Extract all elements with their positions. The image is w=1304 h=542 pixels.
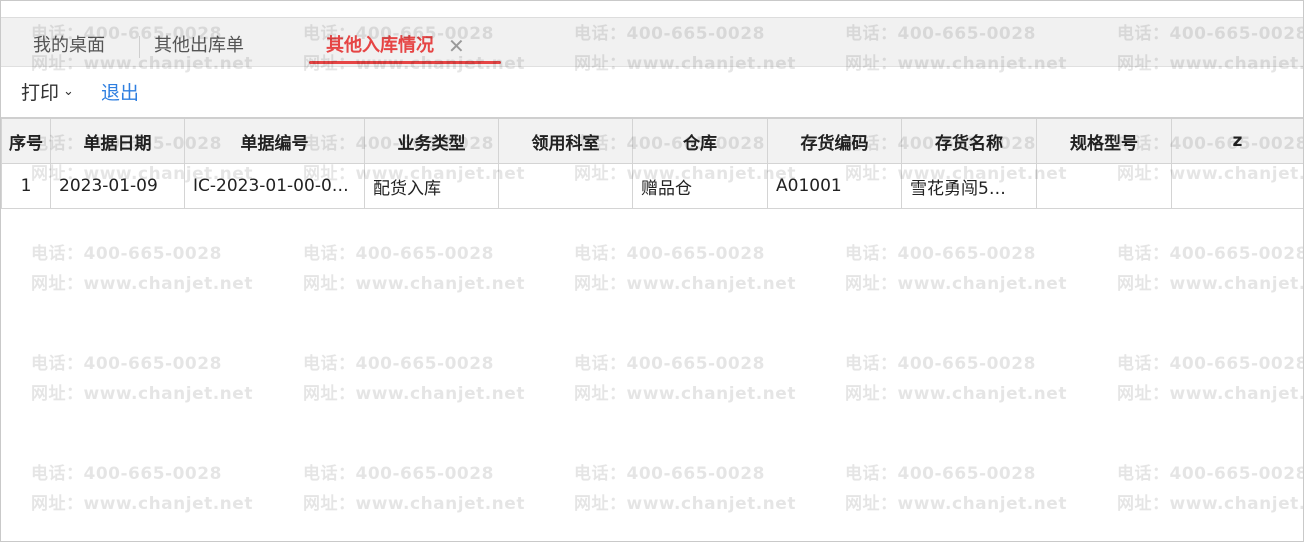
column-header-warehouse[interactable]: 仓库 — [632, 117, 768, 164]
cell-item-code: A01001 — [767, 163, 902, 209]
watermark: 电话：400-665-0028 网址：www.chanjet.net — [31, 239, 253, 299]
cell-doc-date: 2023-01-09 — [50, 163, 185, 209]
watermark-site: 网址：www.chanjet.net — [845, 274, 1067, 294]
column-header-z[interactable]: z — [1171, 117, 1303, 164]
watermark-site: 网址：www.chanjet.net — [574, 274, 796, 294]
watermark-phone: 电话：400-665-0028 — [1117, 464, 1304, 484]
watermark: 电话：400-665-0028 网址：www.chanjet.net — [31, 459, 253, 519]
watermark: 电话：400-665-0028 网址：www.chanjet.net — [1117, 349, 1304, 409]
watermark: 电话：400-665-0028 网址：www.chanjet.net — [845, 349, 1067, 409]
table-row[interactable]: 1 2023-01-09 IC-2023-01-00-0… 配货入库 赠品仓 A… — [1, 163, 1303, 209]
watermark: 电话：400-665-0028 网址：www.chanjet.net — [303, 459, 525, 519]
tab-label: 我的桌面 — [33, 35, 105, 56]
column-header-department[interactable]: 领用科室 — [498, 117, 633, 164]
print-label: 打印 — [21, 82, 60, 104]
cell-spec — [1036, 163, 1172, 209]
watermark-phone: 电话：400-665-0028 — [1117, 244, 1304, 264]
tab-other-inbound[interactable]: 其他入库情况 ✕ — [326, 18, 465, 66]
watermark-site: 网址：www.chanjet.net — [303, 384, 525, 404]
watermark-site: 网址：www.chanjet.net — [31, 274, 253, 294]
watermark: 电话：400-665-0028 网址：www.chanjet.net — [845, 239, 1067, 299]
app-frame: 我的桌面 其他出库单 其他入库情况 ✕ 打印 ⌄ 退出 序号 单据日期 单据编号… — [0, 0, 1304, 542]
watermark: 电话：400-665-0028 网址：www.chanjet.net — [31, 349, 253, 409]
tab-label: 其他出库单 — [154, 35, 244, 56]
tab-bar: 我的桌面 其他出库单 其他入库情况 ✕ — [1, 18, 1303, 67]
active-tab-indicator — [309, 61, 501, 64]
watermark: 电话：400-665-0028 网址：www.chanjet.net — [574, 349, 796, 409]
tab-label: 其他入库情况 — [326, 35, 434, 56]
watermark: 电话：400-665-0028 网址：www.chanjet.net — [574, 239, 796, 299]
column-header-spec[interactable]: 规格型号 — [1036, 117, 1172, 164]
watermark-phone: 电话：400-665-0028 — [31, 244, 222, 264]
column-header-doc-date[interactable]: 单据日期 — [50, 117, 185, 164]
watermark-phone: 电话：400-665-0028 — [303, 464, 494, 484]
watermark: 电话：400-665-0028 网址：www.chanjet.net — [303, 349, 525, 409]
header-row: 序号 单据日期 单据编号 业务类型 领用科室 仓库 存货编码 存货名称 规格型号… — [1, 117, 1303, 164]
watermark: 电话：400-665-0028 网址：www.chanjet.net — [1117, 459, 1304, 519]
watermark-site: 网址：www.chanjet.net — [1117, 494, 1303, 514]
watermark-site: 网址：www.chanjet.net — [574, 494, 796, 514]
watermark-phone: 电话：400-665-0028 — [31, 354, 222, 374]
exit-button[interactable]: 退出 — [101, 67, 139, 117]
watermark-phone: 电话：400-665-0028 — [845, 354, 1036, 374]
watermark: 电话：400-665-0028 网址：www.chanjet.net — [1117, 239, 1304, 299]
watermark: 电话：400-665-0028 网址：www.chanjet.net — [574, 459, 796, 519]
close-icon[interactable]: ✕ — [448, 18, 465, 74]
watermark-site: 网址：www.chanjet.net — [845, 494, 1067, 514]
column-header-doc-number[interactable]: 单据编号 — [184, 117, 365, 164]
watermark-phone: 电话：400-665-0028 — [1117, 354, 1304, 374]
tab-separator — [139, 36, 140, 58]
toolbar: 打印 ⌄ 退出 — [1, 67, 1303, 117]
watermark-site: 网址：www.chanjet.net — [31, 494, 253, 514]
watermark: 电话：400-665-0028 网址：www.chanjet.net — [845, 459, 1067, 519]
watermark-phone: 电话：400-665-0028 — [31, 464, 222, 484]
watermark-phone: 电话：400-665-0028 — [574, 354, 765, 374]
cell-doc-number[interactable]: IC-2023-01-00-0… — [184, 163, 365, 209]
tab-other-outbound[interactable]: 其他出库单 — [154, 18, 244, 66]
column-header-item-name[interactable]: 存货名称 — [901, 117, 1037, 164]
tab-my-desktop[interactable]: 我的桌面 — [33, 18, 105, 66]
watermark-site: 网址：www.chanjet.net — [1117, 384, 1303, 404]
watermark-phone: 电话：400-665-0028 — [574, 244, 765, 264]
watermark-site: 网址：www.chanjet.net — [303, 494, 525, 514]
watermark-phone: 电话：400-665-0028 — [845, 244, 1036, 264]
cell-index: 1 — [1, 163, 51, 209]
cell-item-name: 雪花勇闯5… — [901, 163, 1037, 209]
watermark-site: 网址：www.chanjet.net — [574, 384, 796, 404]
cell-business-type: 配货入库 — [364, 163, 499, 209]
data-grid: 序号 单据日期 单据编号 业务类型 领用科室 仓库 存货编码 存货名称 规格型号… — [1, 117, 1303, 209]
watermark-site: 网址：www.chanjet.net — [1117, 274, 1303, 294]
cell-warehouse: 赠品仓 — [632, 163, 768, 209]
watermark-site: 网址：www.chanjet.net — [31, 384, 253, 404]
watermark-site: 网址：www.chanjet.net — [845, 384, 1067, 404]
watermark-phone: 电话：400-665-0028 — [303, 244, 494, 264]
watermark: 电话：400-665-0028 网址：www.chanjet.net — [303, 239, 525, 299]
watermark-phone: 电话：400-665-0028 — [845, 464, 1036, 484]
watermark-site: 网址：www.chanjet.net — [303, 274, 525, 294]
print-button[interactable]: 打印 ⌄ — [21, 67, 74, 117]
column-header-index[interactable]: 序号 — [1, 117, 51, 164]
top-strip — [1, 1, 1303, 18]
column-header-business-type[interactable]: 业务类型 — [364, 117, 499, 164]
watermark-phone: 电话：400-665-0028 — [303, 354, 494, 374]
cell-department — [498, 163, 633, 209]
chevron-down-icon: ⌄ — [63, 83, 74, 99]
column-header-item-code[interactable]: 存货编码 — [767, 117, 902, 164]
cell-z — [1171, 163, 1303, 209]
watermark-phone: 电话：400-665-0028 — [574, 464, 765, 484]
